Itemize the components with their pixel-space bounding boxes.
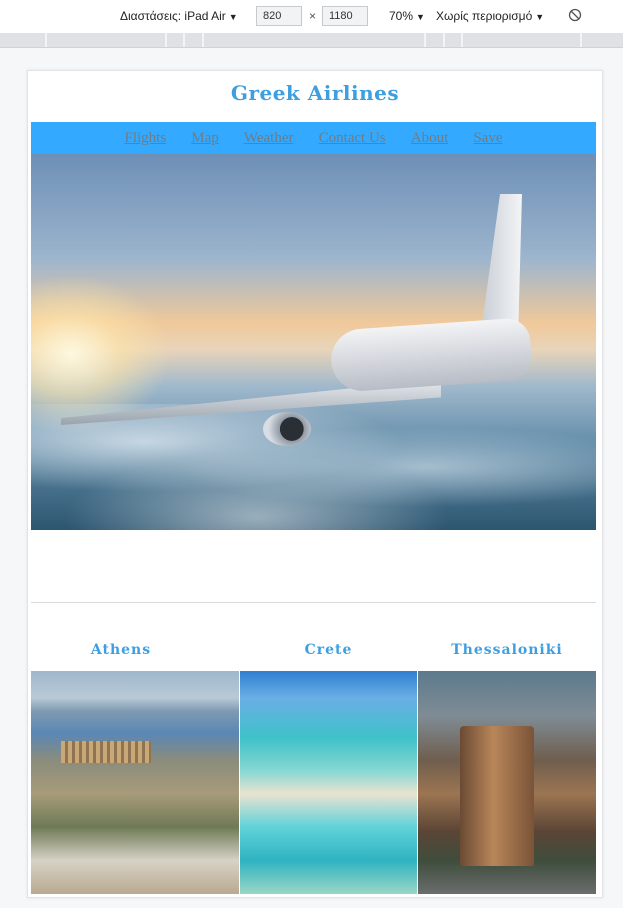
ruler-tick	[580, 33, 582, 47]
rotate-icon[interactable]	[568, 8, 582, 22]
city-title-crete: Crete	[304, 642, 353, 658]
device-dimensions-dropdown[interactable]: Διαστάσεις: iPad Air ▼	[120, 9, 238, 23]
ruler-tick	[183, 33, 185, 47]
airplane-fuselage	[329, 317, 533, 393]
times-sign: ×	[309, 9, 317, 23]
ruler-tick	[202, 33, 204, 47]
zoom-label: 70%	[389, 9, 414, 23]
ruler-tick	[165, 33, 167, 47]
ruler-tick	[461, 33, 463, 47]
devtools-device-toolbar: Διαστάσεις: iPad Air ▼ 820 × 1180 70% ▼ Χω…	[0, 0, 623, 34]
ruler-tick	[443, 33, 445, 47]
city-title-athens: Athens	[90, 642, 152, 658]
clouds	[31, 404, 596, 530]
nav-link-contact-us[interactable]: Contact Us	[319, 122, 386, 154]
site-title: Greek Airlines	[230, 81, 400, 105]
throttle-dropdown[interactable]: Χωρίς περιορισμό ▼	[436, 9, 544, 23]
nav-link-map[interactable]: Map	[191, 122, 219, 154]
parthenon	[61, 741, 151, 763]
viewport-width-input[interactable]: 820	[256, 6, 302, 26]
nav-link-about[interactable]: About	[411, 122, 449, 154]
section-divider	[31, 602, 596, 603]
nav-link-save[interactable]: Save	[473, 122, 502, 154]
white-tower	[460, 726, 534, 866]
nav-link-flights[interactable]: Flights	[125, 122, 167, 154]
crete-lagoon-image[interactable]	[240, 671, 417, 894]
airplane-engine	[263, 412, 311, 446]
main-navbar: Flights Map Weather Contact Us About Sav…	[31, 122, 596, 154]
emulated-viewport: Greek Airlines Flights Map Weather Conta…	[27, 70, 603, 898]
chevron-down-icon: ▼	[535, 12, 545, 22]
ruler-tick	[424, 33, 426, 47]
hero-airplane-image	[31, 154, 596, 530]
zoom-dropdown[interactable]: 70% ▼	[389, 9, 425, 23]
chevron-down-icon: ▼	[228, 12, 238, 22]
city-title-thessaloniki: Thessaloniki	[451, 642, 563, 658]
ruler-tick	[45, 33, 47, 47]
chevron-down-icon: ▼	[416, 12, 425, 22]
viewport-height-input[interactable]: 1180	[322, 6, 368, 26]
media-query-ruler[interactable]	[0, 33, 623, 48]
thessaloniki-white-tower-image[interactable]	[418, 671, 596, 894]
nav-link-weather[interactable]: Weather	[244, 122, 294, 154]
athens-acropolis-image[interactable]	[31, 671, 239, 894]
device-dimensions-label: Διαστάσεις: iPad Air	[120, 9, 226, 23]
throttle-label: Χωρίς περιορισμό	[436, 9, 533, 23]
